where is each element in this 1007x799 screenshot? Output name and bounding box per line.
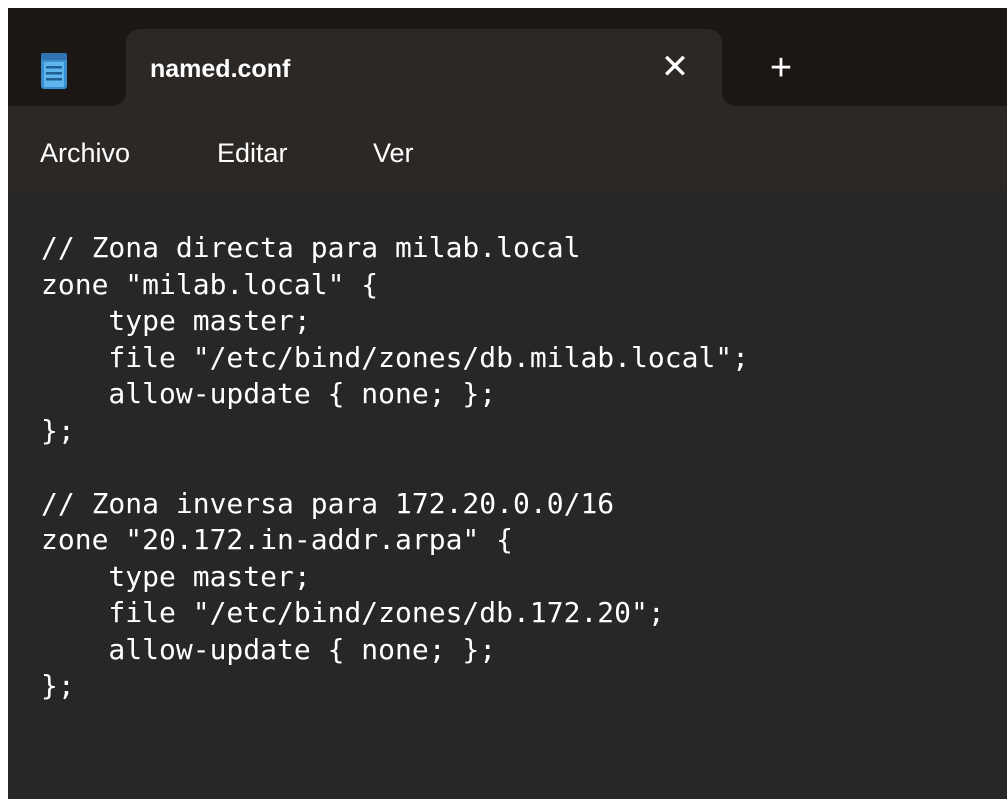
tab-curve-right [722,92,736,106]
code-text: // Zona directa para milab.local zone "mi… [41,230,749,705]
menu-archivo[interactable]: Archivo [40,137,130,169]
code-line: allow-update { none; }; [41,632,497,666]
code-line: // Zona inversa para 172.20.0.0/16 [41,486,615,520]
code-line: }; [41,413,75,447]
code-line: }; [41,669,75,702]
code-line: type master; [41,304,311,337]
code-line: file "/etc/bind/zones/db.172.20"; [41,596,665,629]
menu-editar[interactable]: Editar [217,137,288,169]
code-line: // Zona directa para milab.local [41,231,581,264]
notepad-window: named.conf ✕ + Archivo Editar Ver // Zon… [8,8,1007,799]
tab-title: named.conf [150,55,291,83]
close-tab-icon[interactable]: ✕ [658,50,692,86]
code-line: zone "20.172.in-addr.arpa" { [41,523,514,556]
menu-ver[interactable]: Ver [373,137,414,169]
text-editor-area[interactable]: // Zona directa para milab.local zone "mi… [8,190,1007,799]
new-tab-icon[interactable]: + [763,49,799,87]
code-line: type master; [41,559,311,593]
tab-curve-left [112,92,126,106]
code-line: zone "milab.local" { [41,267,379,301]
code-line: allow-update { none; }; [41,377,497,410]
code-line: file "/etc/bind/zones/db.milab.local"; [41,340,750,374]
notepad-icon [40,52,68,90]
title-bar: named.conf ✕ + [8,8,1007,106]
menu-bar: Archivo Editar Ver [8,106,1007,190]
